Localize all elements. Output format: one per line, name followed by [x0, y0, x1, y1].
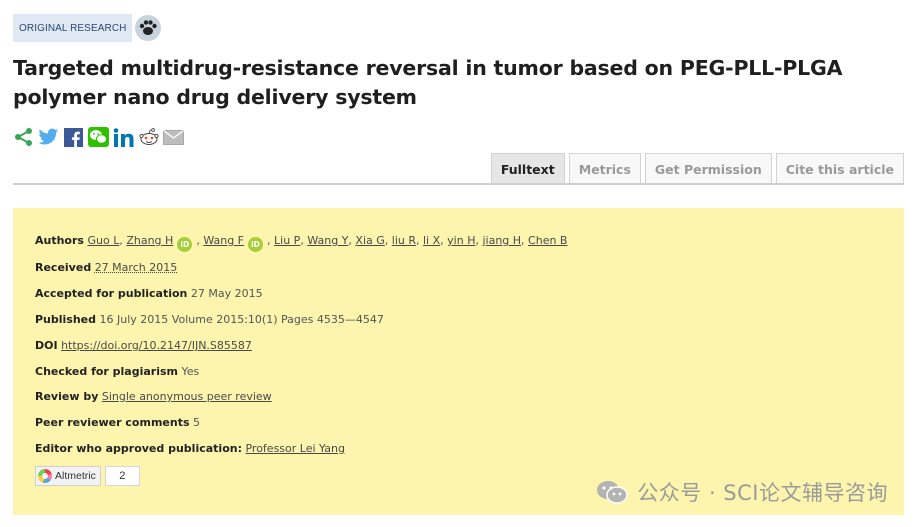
accepted-row: Accepted for publication 27 May 2015: [35, 287, 263, 301]
doi-label: DOI: [35, 339, 58, 352]
facebook-icon[interactable]: [62, 126, 85, 148]
author-link[interactable]: Wang F: [203, 234, 244, 247]
author-link[interactable]: Wang Y: [307, 234, 348, 247]
peer-comments-label: Peer reviewer comments: [35, 416, 190, 429]
altmetric-label: Altmetric: [55, 470, 96, 482]
peer-comments-row: Peer reviewer comments 5: [35, 416, 200, 430]
article-type-badge[interactable]: ORIGINAL RESEARCH: [13, 14, 133, 42]
author-link[interactable]: li X: [423, 234, 440, 247]
altmetric-widget[interactable]: Altmetric 2: [35, 466, 140, 486]
authors-row: Authors Guo L, Zhang HiD, Wang FiD, Liu …: [35, 234, 567, 252]
article-info-panel: Authors Guo L, Zhang HiD, Wang FiD, Liu …: [13, 208, 904, 515]
author-link[interactable]: Chen B: [528, 234, 567, 247]
published-row: Published 16 July 2015 Volume 2015:10(1)…: [35, 313, 384, 327]
tab-fulltext[interactable]: Fulltext: [490, 153, 565, 184]
review-row: Review by Single anonymous peer review: [35, 390, 272, 404]
author-link[interactable]: Zhang H: [126, 234, 173, 247]
received-date: 27 March 2015: [94, 261, 178, 274]
author-link[interactable]: jiang H: [482, 234, 521, 247]
altmetric-badge[interactable]: Altmetric: [35, 466, 101, 486]
wechat-icon[interactable]: [87, 126, 110, 148]
tab-metrics[interactable]: Metrics: [568, 153, 641, 184]
share-icon[interactable]: [12, 126, 35, 148]
reddit-icon[interactable]: [137, 126, 160, 148]
doi-link[interactable]: https://doi.org/10.2147/IJN.S85587: [61, 339, 252, 352]
orcid-icon[interactable]: iD: [248, 237, 264, 252]
editor-row: Editor who approved publication: Profess…: [35, 442, 345, 456]
article-tabs: Fulltext Metrics Get Permission Cite thi…: [490, 153, 904, 184]
altmetric-donut-icon: [38, 469, 52, 483]
author-link[interactable]: Guo L: [87, 234, 119, 247]
plagiarism-label: Checked for plagiarism: [35, 365, 179, 378]
paw-icon: [135, 15, 162, 41]
article-title: Targeted multidrug-resistance reversal i…: [13, 56, 843, 109]
accepted-date: 27 May 2015: [190, 287, 263, 300]
peer-comments-count: 5: [193, 416, 200, 429]
article-type-row: ORIGINAL RESEARCH: [13, 14, 162, 42]
review-type-link[interactable]: Single anonymous peer review: [102, 390, 272, 403]
author-link[interactable]: liu R: [392, 234, 416, 247]
author-link[interactable]: yin H: [447, 234, 475, 247]
tabs-underline: [13, 183, 904, 185]
linkedin-icon[interactable]: [112, 126, 135, 148]
plagiarism-row: Checked for plagiarism Yes: [35, 365, 199, 379]
share-bar: [12, 125, 185, 149]
watermark-text: 公众号 · SCI论文辅导咨询: [637, 481, 888, 505]
author-link[interactable]: Xia G: [355, 234, 384, 247]
published-label: Published: [35, 313, 97, 326]
orcid-icon[interactable]: iD: [177, 237, 193, 252]
plagiarism-value: Yes: [181, 365, 200, 378]
published-info: 16 July 2015 Volume 2015:10(1) Pages 453…: [99, 313, 384, 326]
authors-label: Authors: [35, 234, 84, 247]
doi-row: DOI https://doi.org/10.2147/IJN.S85587: [35, 339, 252, 353]
review-label: Review by: [35, 390, 99, 403]
email-icon[interactable]: [162, 126, 185, 148]
received-row: Received 27 March 2015: [35, 261, 177, 275]
editor-label: Editor who approved publication:: [35, 442, 242, 455]
received-label: Received: [35, 261, 92, 274]
tab-cite-this-article[interactable]: Cite this article: [775, 153, 904, 184]
tab-get-permission[interactable]: Get Permission: [644, 153, 772, 184]
altmetric-score[interactable]: 2: [104, 466, 140, 486]
author-link[interactable]: Liu P: [274, 234, 300, 247]
wechat-watermark-icon: [595, 478, 629, 506]
twitter-icon[interactable]: [37, 126, 60, 148]
watermark: 公众号 · SCI论文辅导咨询: [595, 477, 888, 507]
accepted-label: Accepted for publication: [35, 287, 188, 300]
editor-link[interactable]: Professor Lei Yang: [245, 442, 344, 455]
